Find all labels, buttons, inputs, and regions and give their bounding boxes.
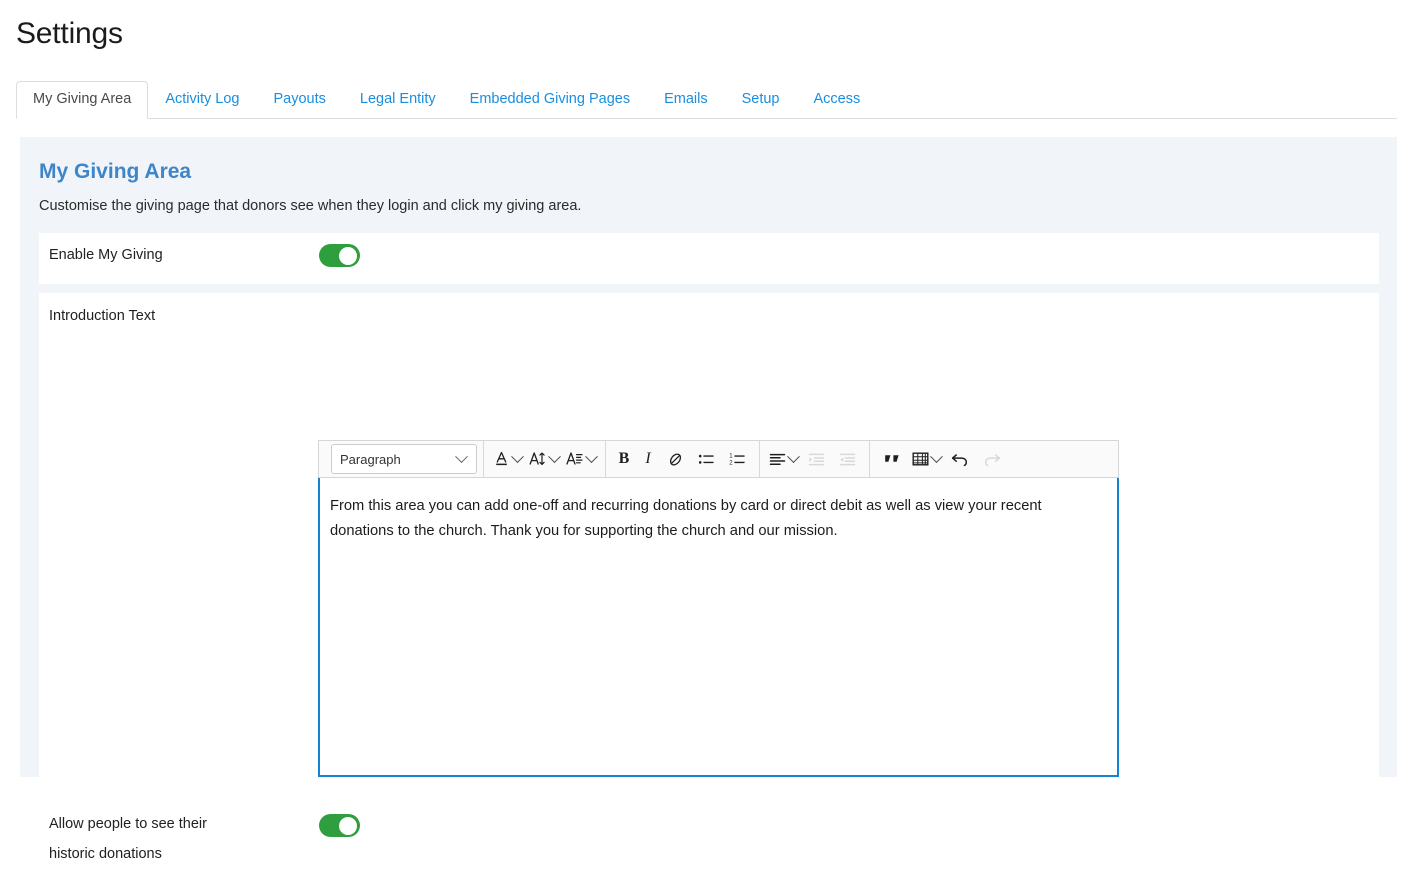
font-size-icon[interactable]: [525, 446, 562, 472]
editor-toolbar: Paragraph B I 1 2: [318, 440, 1119, 478]
enable-my-giving-toggle[interactable]: [319, 244, 360, 267]
indent-increase-icon[interactable]: [801, 446, 832, 472]
setting-row-enable-my-giving: Enable My Giving: [39, 233, 1379, 284]
font-color-icon[interactable]: [490, 446, 525, 472]
tab-my-giving-area[interactable]: My Giving Area: [16, 81, 149, 119]
tab-activity-log[interactable]: Activity Log: [148, 81, 256, 119]
my-giving-area-panel: My Giving Area Customise the giving page…: [20, 137, 1397, 889]
block-format-value: Paragraph: [340, 451, 401, 467]
undo-icon[interactable]: [944, 446, 976, 472]
chevron-down-icon: [511, 449, 524, 463]
block-format-select[interactable]: Paragraph: [331, 444, 477, 474]
link-icon[interactable]: [660, 446, 691, 472]
setting-row-allow-historic-donations: Allow people to see their historic donat…: [39, 786, 1379, 889]
chevron-down-icon: [930, 449, 943, 463]
introduction-text-value: From this area you can add one-off and r…: [330, 498, 1042, 539]
toolbar-group-alignment: [760, 441, 870, 477]
svg-text:2: 2: [729, 460, 733, 466]
redo-icon[interactable]: [976, 446, 1008, 472]
toolbar-group-block-format: Paragraph: [325, 441, 484, 477]
toolbar-group-insert-history: [870, 441, 1014, 477]
allow-historic-label: Allow people to see their historic donat…: [49, 809, 279, 869]
panel-subheading: Customise the giving page that donors se…: [39, 198, 582, 214]
numbered-list-icon[interactable]: 12: [722, 446, 753, 472]
allow-historic-label-line2: historic donations: [49, 846, 162, 862]
align-left-icon[interactable]: [766, 446, 801, 472]
tab-access[interactable]: Access: [797, 81, 878, 119]
tab-legal-entity[interactable]: Legal Entity: [343, 81, 453, 119]
enable-my-giving-label: Enable My Giving: [49, 247, 163, 263]
rich-text-editor: Paragraph B I 1 2 From this area you can…: [318, 440, 1119, 777]
allow-historic-toggle[interactable]: [319, 814, 360, 837]
indent-decrease-icon[interactable]: [832, 446, 863, 472]
blockquote-icon[interactable]: [876, 446, 909, 472]
tab-setup[interactable]: Setup: [725, 81, 797, 119]
settings-tabbar: My Giving Area Activity Log Payouts Lega…: [16, 81, 1397, 119]
chevron-down-icon: [548, 449, 561, 463]
toggle-knob: [339, 246, 357, 265]
table-icon[interactable]: [909, 446, 944, 472]
introduction-text-input[interactable]: From this area you can add one-off and r…: [318, 478, 1119, 777]
line-height-icon[interactable]: [562, 446, 599, 472]
tab-payouts[interactable]: Payouts: [256, 81, 342, 119]
page-title: Settings: [16, 17, 123, 50]
chevron-down-icon: [787, 449, 800, 463]
panel-heading: My Giving Area: [39, 160, 192, 183]
bold-icon[interactable]: B: [612, 446, 636, 472]
chevron-down-icon: [585, 449, 598, 463]
toolbar-group-text-style: [484, 441, 606, 477]
svg-text:1: 1: [729, 453, 733, 459]
allow-historic-label-line1: Allow people to see their: [49, 816, 207, 832]
tab-emails[interactable]: Emails: [647, 81, 725, 119]
toggle-knob: [339, 816, 357, 835]
introduction-text-label: Introduction Text: [49, 308, 156, 324]
bullet-list-icon[interactable]: [691, 446, 722, 472]
italic-icon[interactable]: I: [636, 446, 660, 472]
toolbar-group-inline-and-lists: B I 12: [606, 441, 760, 477]
tab-embedded-giving-pages[interactable]: Embedded Giving Pages: [453, 81, 647, 119]
setting-row-introduction-text: Introduction Text Paragraph B I 1 2 From…: [39, 293, 1379, 780]
chevron-down-icon: [455, 449, 468, 463]
